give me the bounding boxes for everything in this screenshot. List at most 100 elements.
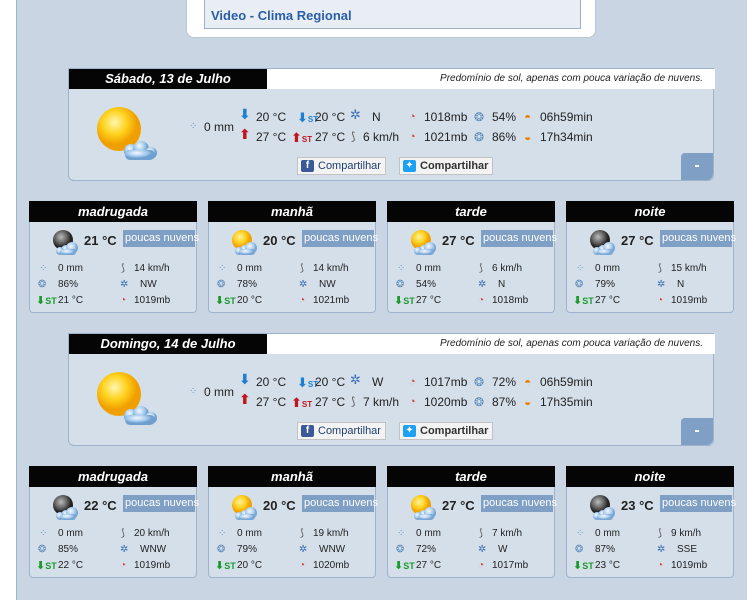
wind-speed: 6 km/h [363, 130, 400, 144]
period-feels-like: 27 °C [416, 295, 442, 306]
compass-icon: ✲ [350, 107, 361, 122]
feels-like-icon: ⬇ST [215, 560, 236, 572]
humidity-1: 54% [492, 110, 517, 124]
period-wind-direction: WNW [319, 544, 346, 555]
period-card: madrugada 21 °C poucas nuvens ⁘ 0 mm ❂ 86% ⬇ST… [29, 201, 199, 313]
period-feels-like: 22 °C [58, 560, 84, 571]
period-condition: poucas nuvens [660, 230, 736, 247]
period-rain: 0 mm [416, 528, 441, 539]
temp-max-arrow-icon: ⬆ [239, 126, 251, 142]
period-feels-like: 27 °C [595, 295, 621, 306]
wind-icon: ⟆ [658, 528, 662, 539]
feels-like-min: 20 °C [315, 375, 346, 389]
wind-speed: 7 km/h [363, 395, 400, 409]
period-rain: 0 mm [58, 528, 83, 539]
feels-like-icon: ⬇ST [215, 295, 236, 307]
wind-icon: ⟆ [351, 131, 356, 143]
period-humidity: 78% [237, 279, 258, 290]
wind-icon: ⟆ [658, 263, 662, 274]
rain-icon: ⁘ [218, 263, 227, 274]
period-wind: 20 km/h [134, 528, 170, 539]
wind-icon: ⟆ [479, 263, 483, 274]
wind-icon: ⟆ [121, 528, 125, 539]
rain-icon: ⁘ [576, 528, 585, 539]
feels-like-max-icon: ⬆ST [291, 395, 313, 410]
twitter-icon: ✦ [403, 425, 416, 437]
period-rain: 0 mm [416, 263, 441, 274]
period-pressure: 1021mb [313, 295, 350, 306]
period-pressure: 1017mb [492, 560, 529, 571]
period-card: manhã 20 °C poucas nuvens ⁘ 0 mm ❂ 79% ⬇ST 20 °… [208, 466, 378, 578]
period-pressure: 1019mb [134, 295, 171, 306]
period-name: manhã [208, 201, 376, 222]
period-wind-direction: WNW [140, 544, 167, 555]
period-wind: 14 km/h [313, 263, 349, 274]
period-wind: 15 km/h [671, 263, 707, 274]
period-card: madrugada 22 °C poucas nuvens ⁘ 0 mm ❂ 85% ⬇ST… [29, 466, 199, 578]
humidity-2: 86% [492, 130, 517, 144]
humidity-icon: ❂ [396, 544, 405, 555]
humidity-icon: ❂ [217, 544, 226, 555]
facebook-share-label: Compartilhar [318, 160, 381, 172]
twitter-share-button[interactable]: ✦ Compartilhar [399, 422, 494, 440]
barometer-icon: ◔ [409, 376, 416, 388]
twitter-share-button[interactable]: ✦ Compartilhar [399, 157, 494, 175]
period-condition: poucas nuvens [481, 230, 557, 247]
feels-like-icon: ⬇ST [394, 560, 415, 572]
twitter-icon: ✦ [403, 160, 416, 172]
day-description: Predomínio de sol, apenas com pouca vari… [440, 73, 703, 84]
sunrise-icon: ◓ [524, 375, 532, 389]
sunrise-icon: ◓ [524, 110, 532, 124]
period-wind: 19 km/h [313, 528, 349, 539]
wind-icon: ⟆ [121, 263, 125, 274]
moon-cloud-icon [50, 493, 80, 521]
temp-min: 20 °C [256, 375, 287, 389]
period-wind: 7 km/h [492, 528, 523, 539]
period-wind: 9 km/h [671, 528, 702, 539]
rain-icon: ⁘ [39, 263, 48, 274]
facebook-share-button[interactable]: f Compartilhar [297, 422, 386, 440]
day-header: Domingo, 14 de Julho Predomínio de sol, a… [69, 334, 715, 354]
period-temp: 23 °C [621, 498, 654, 513]
period-name: madrugada [29, 201, 197, 222]
humidity-2: 87% [492, 395, 517, 409]
period-rain: 0 mm [237, 528, 262, 539]
barometer-icon: ◔ [478, 560, 485, 571]
rain-icon: ⁘ [189, 386, 198, 397]
period-card: tarde 27 °C poucas nuvens ⁘ 0 mm ❂ 54% ⬇ST 27 °… [387, 201, 557, 313]
period-wind-direction: W [498, 544, 508, 555]
period-humidity: 86% [58, 279, 79, 290]
period-card: manhã 20 °C poucas nuvens ⁘ 0 mm ❂ 78% ⬇ST 20 °… [208, 201, 378, 313]
collapse-day-button[interactable]: - [681, 153, 713, 180]
pressure-2: 1021mb [424, 130, 468, 144]
collapse-day-button[interactable]: - [681, 418, 713, 445]
barometer-icon: ◔ [120, 560, 127, 571]
rain-icon: ⁘ [397, 263, 406, 274]
facebook-share-button[interactable]: f Compartilhar [297, 157, 386, 175]
rain-icon: ⁘ [189, 121, 198, 132]
facebook-icon: f [301, 425, 314, 437]
period-condition: poucas nuvens [660, 495, 736, 512]
sun-cloud-icon [408, 228, 438, 256]
period-temp: 20 °C [263, 498, 296, 513]
facebook-share-label: Compartilhar [318, 425, 381, 437]
sunset-time: 17h35min [540, 395, 593, 409]
humidity-icon: ❂ [217, 279, 226, 290]
moon-cloud-icon [587, 493, 617, 521]
right-margin [747, 0, 751, 600]
day-rain: 0 mm [204, 120, 234, 134]
sunrise-time: 06h59min [540, 375, 593, 389]
feels-like-icon: ⬇ST [36, 295, 57, 307]
video-regional-link[interactable]: Video - Clima Regional [211, 8, 352, 23]
day-rain: 0 mm [204, 385, 234, 399]
humidity-icon: ❂ [474, 110, 485, 124]
period-name: manhã [208, 466, 376, 487]
period-feels-like: 20 °C [237, 295, 263, 306]
feels-like-max: 27 °C [315, 130, 346, 144]
period-temp: 27 °C [442, 498, 475, 513]
period-condition: poucas nuvens [123, 495, 199, 512]
feels-like-icon: ⬇ST [573, 295, 594, 307]
period-feels-like: 21 °C [58, 295, 84, 306]
compass-icon: ✲ [350, 372, 361, 387]
period-wind-direction: N [677, 279, 685, 290]
